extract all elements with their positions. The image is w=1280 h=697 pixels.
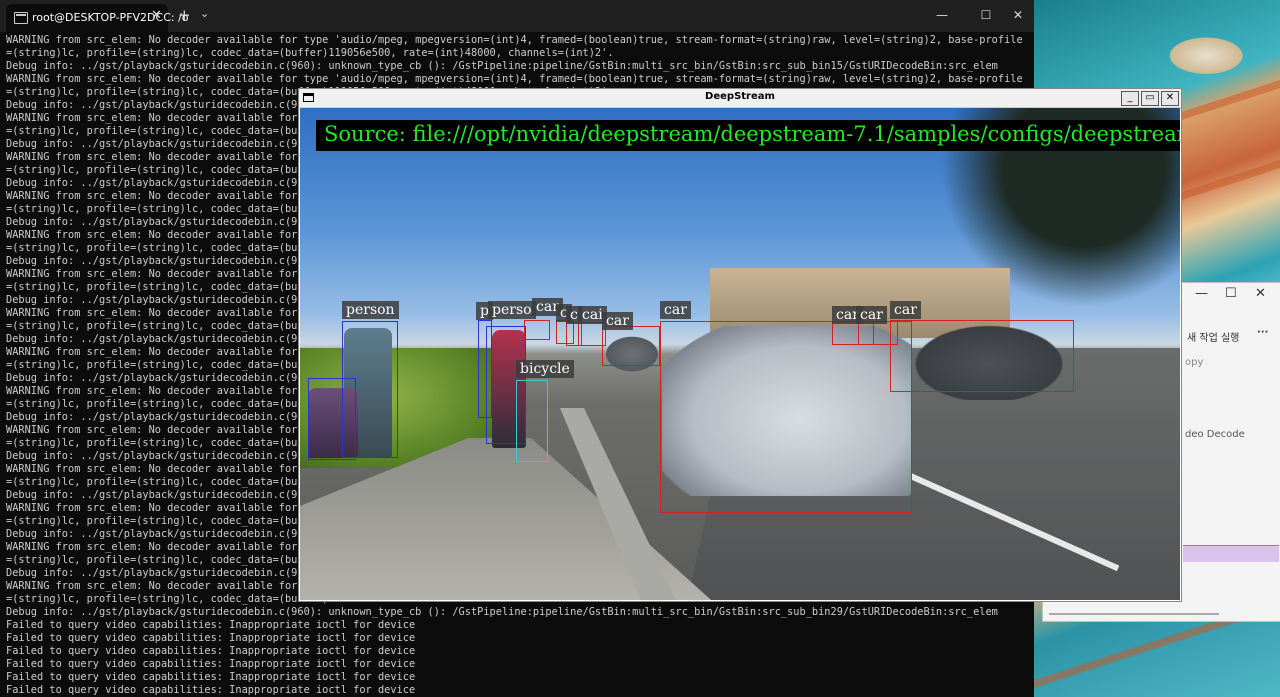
tab-dropdown-button[interactable]: ⌄	[200, 7, 209, 20]
source-text: Source: file:///opt/nvidia/deepstream/de…	[324, 122, 1180, 146]
terminal-line: Failed to query video capabilities: Inap…	[6, 632, 416, 644]
terminal-line: WARNING from src_elem: No decoder availa…	[6, 73, 1023, 85]
detection-box-person	[308, 378, 356, 460]
bg-maximize-button[interactable]: ☐	[1225, 286, 1237, 301]
terminal-line: Failed to query video capabilities: Inap…	[6, 684, 416, 696]
tab-title: root@DESKTOP-PFV2DCC: /o	[32, 11, 189, 24]
video-frame: Source: file:///opt/nvidia/deepstream/de…	[300, 108, 1180, 600]
run-new-task-button[interactable]: 새 작업 실행	[1187, 329, 1239, 344]
terminal-line: Failed to query video capabilities: Inap…	[6, 671, 416, 683]
detection-box-car	[890, 320, 1074, 392]
detection-box-bicycle	[516, 380, 548, 462]
terminal-line: Debug info: ../gst/playback/gsturidecode…	[6, 60, 998, 72]
terminal-line: Failed to query video capabilities: Inap…	[6, 619, 416, 631]
tab-close-button[interactable]: ✕	[151, 8, 162, 23]
terminal-line: =(string)lc, profile=(string)lc, codec_d…	[6, 47, 614, 59]
source-overlay: Source: file:///opt/nvidia/deepstream/de…	[316, 120, 1180, 151]
terminal-line: Failed to query video capabilities: Inap…	[6, 658, 416, 670]
terminal-tab-bar: root@DESKTOP-PFV2DCC: /o ✕ + ⌄ — ☐ ✕	[0, 0, 1034, 32]
deepstream-window[interactable]: DeepStream _ ▭ ✕ Source: file:///opt/nvi…	[298, 88, 1182, 602]
detection-box-car	[602, 326, 660, 366]
ds-minimize-button[interactable]: _	[1121, 91, 1139, 106]
detection-label: car	[602, 312, 633, 330]
copy-label: opy	[1185, 357, 1204, 368]
detection-box-car	[524, 320, 550, 340]
bg-close-button[interactable]: ✕	[1255, 286, 1266, 301]
detection-label: perso	[488, 301, 536, 319]
terminal-maximize-button[interactable]: ☐	[971, 4, 1001, 26]
terminal-icon	[14, 12, 28, 24]
new-tab-button[interactable]: +	[178, 6, 191, 24]
ds-close-button[interactable]: ✕	[1161, 91, 1179, 106]
detection-label: car	[856, 306, 887, 324]
terminal-minimize-button[interactable]: —	[927, 4, 957, 26]
bg-scrollbar[interactable]	[1049, 613, 1219, 615]
gpu-usage-graph	[1183, 545, 1279, 562]
detection-label: car	[660, 301, 691, 319]
detection-label: car	[890, 301, 921, 319]
terminal-line: Failed to query video capabilities: Inap…	[6, 645, 416, 657]
deepstream-title-bar[interactable]: DeepStream _ ▭ ✕	[299, 89, 1181, 108]
terminal-line: Debug info: ../gst/playback/gsturidecode…	[6, 606, 998, 618]
deepstream-title: DeepStream	[705, 91, 775, 102]
video-decode-label: deo Decode	[1185, 429, 1245, 440]
more-options-button[interactable]: ···	[1257, 327, 1268, 338]
detection-box-car	[660, 321, 912, 513]
terminal-line: WARNING from src_elem: No decoder availa…	[6, 34, 1023, 46]
terminal-close-button[interactable]: ✕	[1003, 4, 1033, 26]
bg-minimize-button[interactable]: —	[1195, 286, 1208, 301]
terminal-tab[interactable]: root@DESKTOP-PFV2DCC: /o ✕	[6, 4, 189, 32]
detection-label: person	[342, 301, 399, 319]
detection-label: bicycle	[516, 360, 574, 378]
ds-maximize-button[interactable]: ▭	[1141, 91, 1159, 106]
